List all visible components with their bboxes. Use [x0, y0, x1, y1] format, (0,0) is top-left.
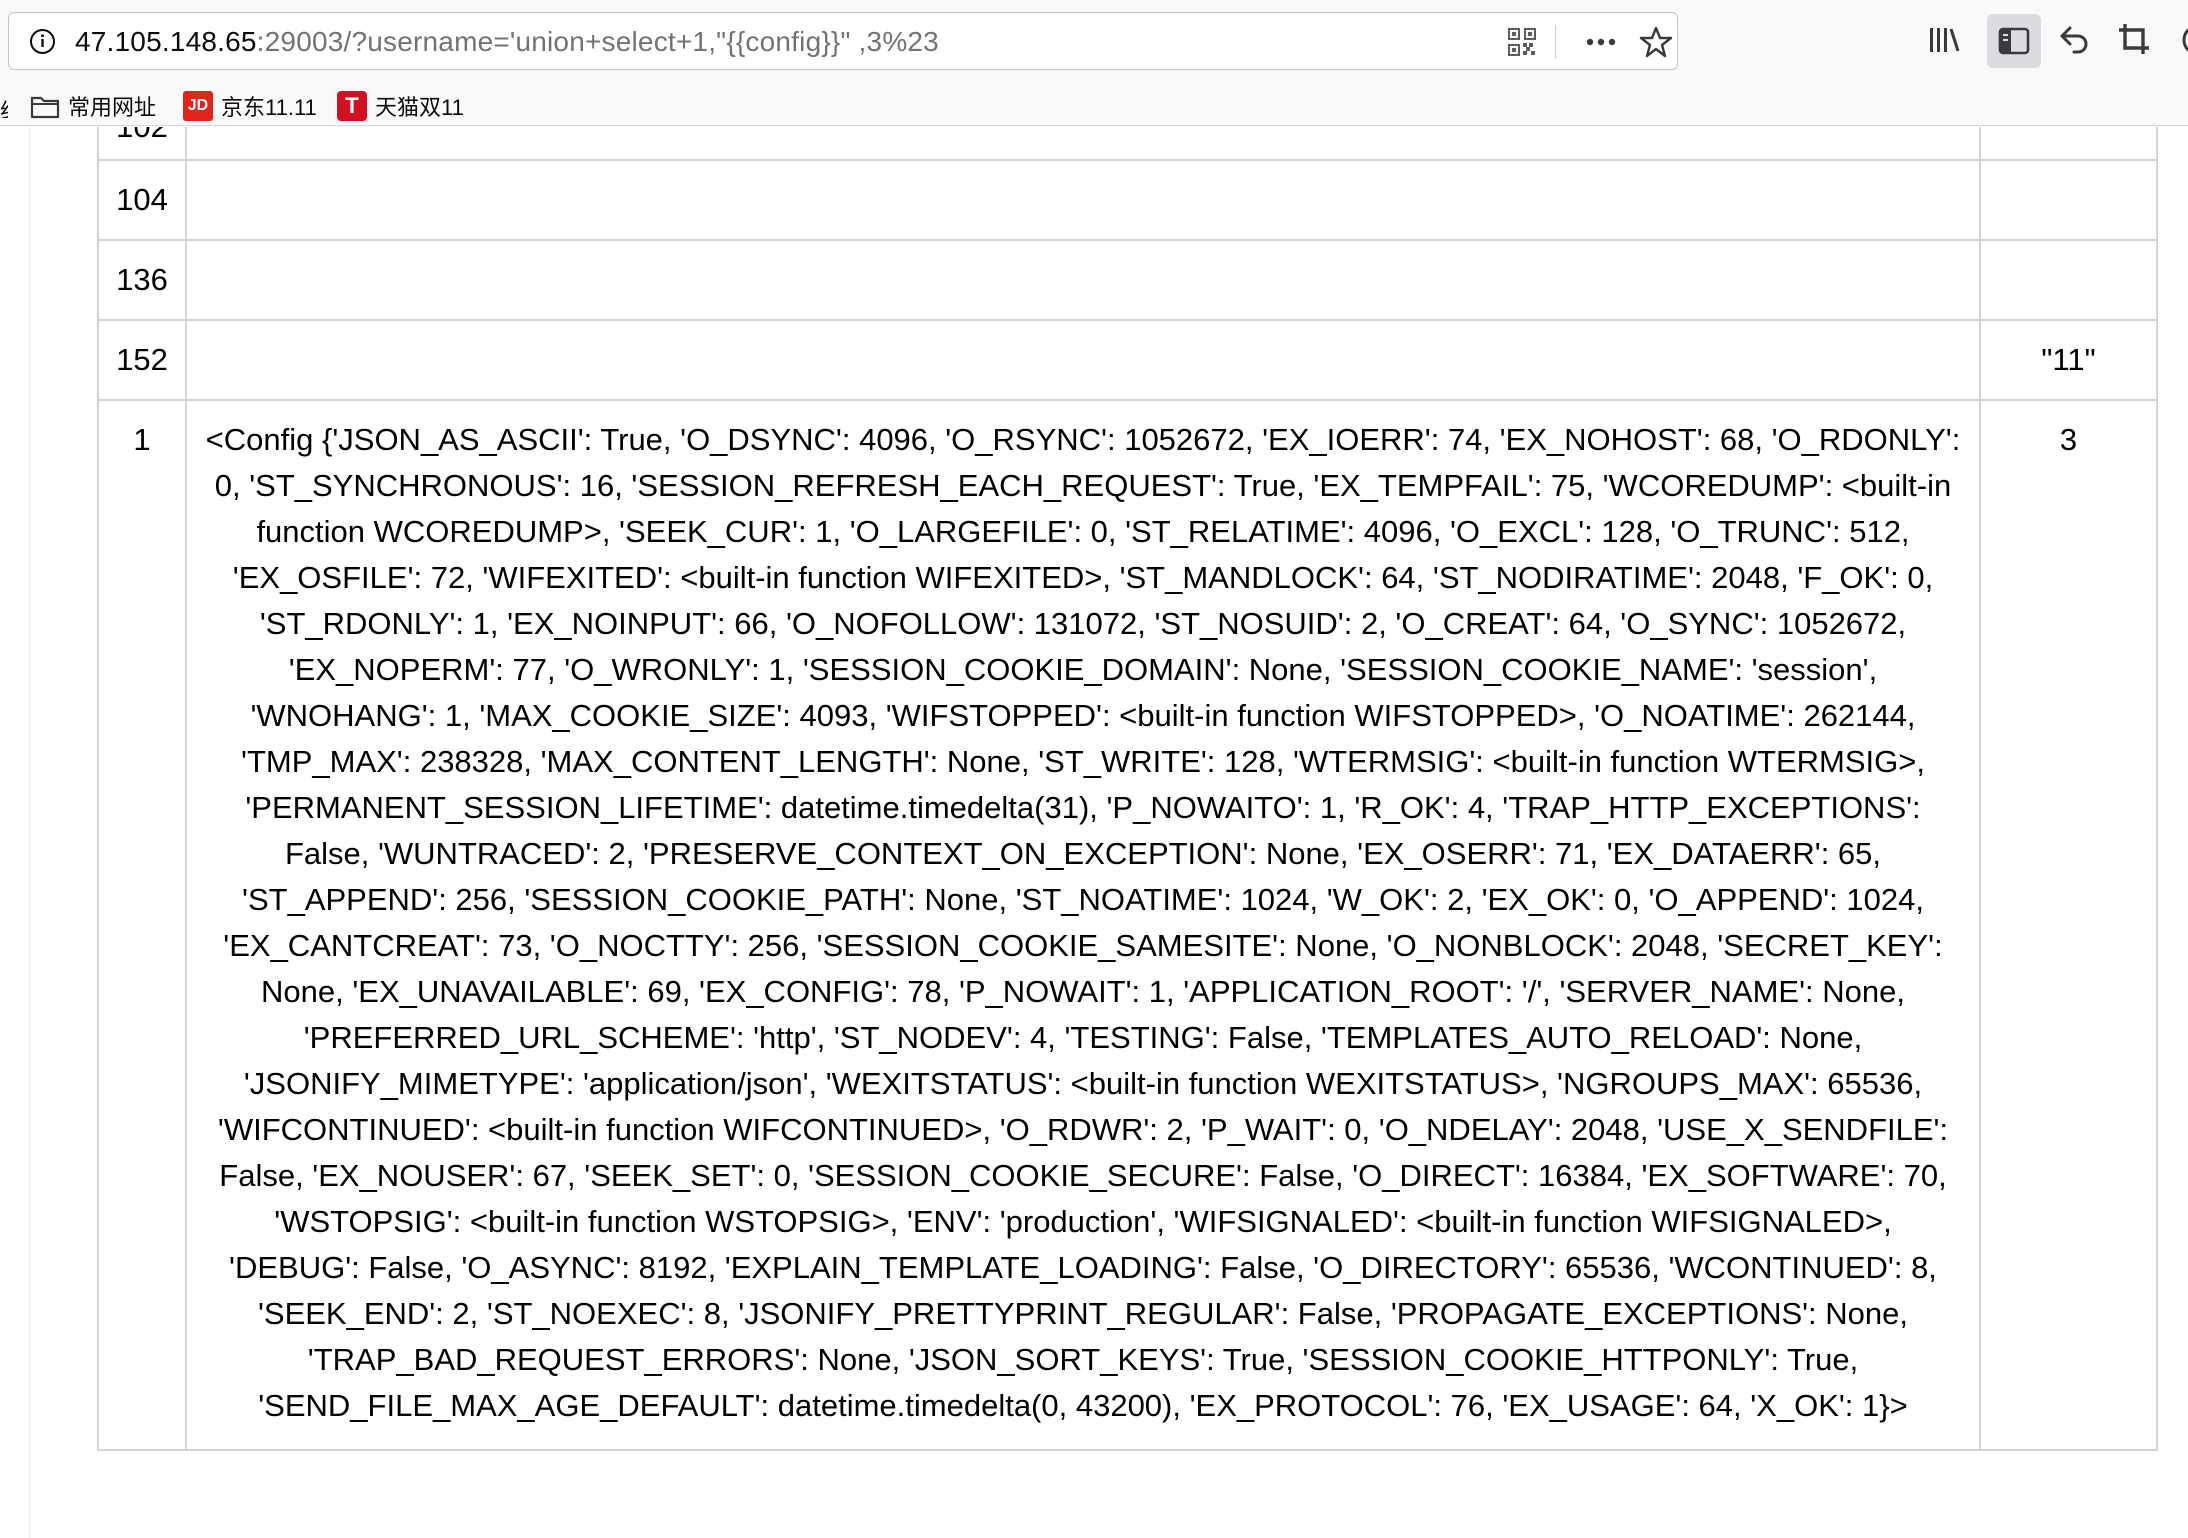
bookmark-label: 常用网址 — [68, 95, 157, 120]
bookmark-jd[interactable]: JD 京东11.11 — [183, 88, 317, 124]
url-text[interactable]: 47.105.148.65:29003/?username='union+sel… — [75, 26, 939, 58]
extension-icon[interactable] — [2178, 20, 2188, 60]
folder-icon — [30, 91, 60, 121]
page-content: 102 104 136 152 "11" 1 <Config {'JSON_AS… — [0, 127, 2188, 1538]
table-row: 152 "11" — [97, 319, 2158, 401]
table-row: 136 — [97, 239, 2158, 321]
screenshot-crop-icon[interactable] — [2115, 20, 2155, 60]
table-row: 102 — [97, 127, 2158, 161]
info-icon[interactable] — [29, 28, 56, 55]
bookmark-tmall[interactable]: T 天猫双11 — [337, 88, 464, 124]
table-cell: "11" — [1979, 319, 2158, 401]
url-bar[interactable]: 47.105.148.65:29003/?username='union+sel… — [8, 12, 1678, 70]
left-gutter — [0, 127, 30, 1538]
sidebar-icon — [1998, 27, 2030, 55]
more-actions-icon[interactable] — [1583, 27, 1619, 57]
results-table: 102 104 136 152 "11" 1 <Config {'JSON_AS… — [97, 127, 2158, 1451]
qr-code-icon[interactable] — [1507, 27, 1537, 57]
table-cell: 1 — [97, 399, 187, 1451]
url-host: 47.105.148.65 — [75, 26, 257, 57]
tmall-logo-icon: T — [337, 91, 367, 121]
table-cell: 152 — [97, 319, 187, 401]
url-path: :29003/?username='union+select+1,"{{conf… — [256, 26, 939, 57]
table-cell — [1979, 239, 2158, 321]
table-row: 104 — [97, 159, 2158, 241]
bookmark-clipped-label[interactable]: 络 — [0, 94, 8, 118]
browser-toolbar: 47.105.148.65:29003/?username='union+sel… — [0, 0, 2188, 86]
table-cell — [185, 127, 1981, 161]
bookmark-star-icon[interactable] — [1639, 25, 1673, 59]
table-cell — [185, 159, 1981, 241]
table-cell — [1979, 127, 2158, 161]
jd-logo-icon: JD — [183, 91, 213, 121]
table-cell — [185, 239, 1981, 321]
table-row: 1 <Config {'JSON_AS_ASCII': True, 'O_DSY… — [97, 399, 2158, 1451]
table-cell: 3 — [1979, 399, 2158, 1451]
undo-back-icon[interactable] — [2052, 20, 2092, 60]
sidebar-toggle-button[interactable] — [1987, 14, 2041, 68]
library-icon[interactable] — [1925, 20, 1965, 60]
table-cell — [1979, 159, 2158, 241]
bookmark-label: 京东11.11 — [221, 95, 317, 120]
table-cell — [185, 319, 1981, 401]
url-bar-separator — [1555, 25, 1556, 59]
bookmark-label: 天猫双11 — [375, 95, 464, 120]
bookmarks-toolbar: 络 常用网址 JD 京东11.11 T 天猫双11 — [0, 86, 2188, 204]
bookmark-folder-common-sites[interactable]: 常用网址 — [30, 88, 156, 124]
config-dump-cell: <Config {'JSON_AS_ASCII': True, 'O_DSYNC… — [185, 399, 1981, 1451]
table-cell: 102 — [97, 127, 187, 161]
table-cell: 104 — [97, 159, 187, 241]
table-cell: 136 — [97, 239, 187, 321]
